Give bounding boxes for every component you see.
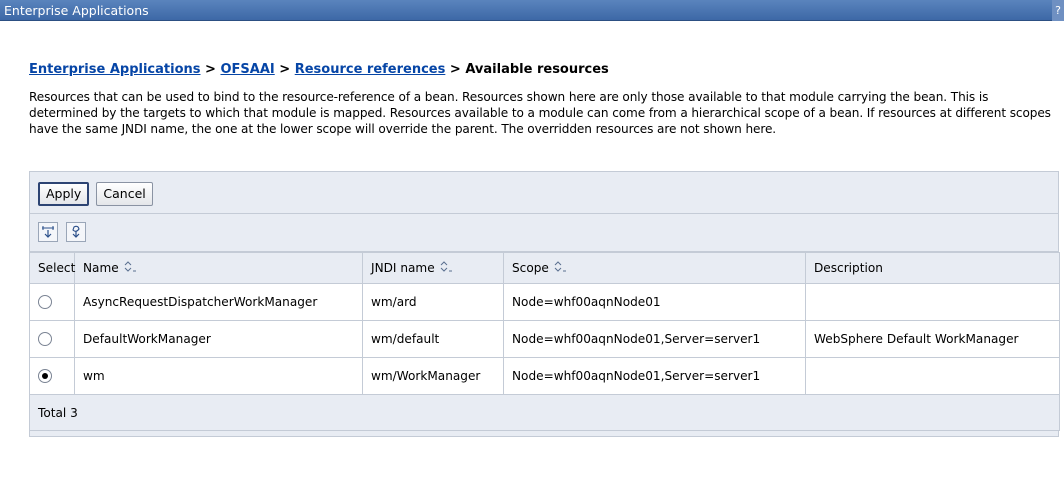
page-description: Resources that can be used to bind to th… bbox=[29, 90, 1051, 136]
cancel-button[interactable]: Cancel bbox=[96, 182, 153, 206]
table-row: wm wm/WorkManager Node=whf00aqnNode01,Se… bbox=[29, 357, 1060, 395]
table-row: DefaultWorkManager wm/default Node=whf00… bbox=[29, 320, 1060, 358]
row-radio[interactable] bbox=[38, 332, 52, 347]
window-titlebar: Enterprise Applications ? bbox=[0, 0, 1064, 21]
select-cell bbox=[29, 283, 75, 321]
breadcrumb-resource-references[interactable]: Resource references bbox=[295, 62, 446, 77]
select-cell bbox=[29, 320, 75, 358]
header-name[interactable]: Name bbox=[74, 252, 363, 284]
name-cell: DefaultWorkManager bbox=[74, 320, 363, 358]
resources-table: Select Name JNDI name Scope Description … bbox=[29, 252, 1060, 431]
breadcrumb-current: Available resources bbox=[465, 62, 609, 77]
row-radio-selected[interactable] bbox=[38, 369, 52, 384]
show-filter-icon[interactable] bbox=[38, 222, 58, 242]
header-description-label: Description bbox=[814, 261, 883, 275]
table-toolbar bbox=[30, 214, 1058, 252]
breadcrumb-separator: > bbox=[449, 62, 461, 77]
jndi-cell: wm/WorkManager bbox=[362, 357, 504, 395]
sort-icon[interactable] bbox=[123, 260, 137, 276]
scope-cell: Node=whf00aqnNode01,Server=server1 bbox=[503, 357, 806, 395]
row-radio[interactable] bbox=[38, 295, 52, 310]
header-select-label: Select bbox=[38, 261, 76, 275]
header-scope[interactable]: Scope bbox=[503, 252, 806, 284]
breadcrumb-ofsaai[interactable]: OFSAAI bbox=[220, 62, 274, 77]
description-cell bbox=[805, 357, 1060, 395]
scope-cell: Node=whf00aqnNode01 bbox=[503, 283, 806, 321]
table-header-row: Select Name JNDI name Scope Description bbox=[29, 252, 1060, 284]
apply-button[interactable]: Apply bbox=[38, 182, 90, 206]
header-jndi[interactable]: JNDI name bbox=[362, 252, 504, 284]
select-cell bbox=[29, 357, 75, 395]
help-icon[interactable]: ? bbox=[1052, 0, 1064, 21]
breadcrumb-separator: > bbox=[279, 62, 291, 77]
header-jndi-label: JNDI name bbox=[371, 260, 435, 275]
table-row: AsyncRequestDispatcherWorkManager wm/ard… bbox=[29, 283, 1060, 321]
description-cell bbox=[805, 283, 1060, 321]
sort-icon[interactable] bbox=[439, 260, 453, 276]
window-title: Enterprise Applications bbox=[4, 3, 149, 18]
jndi-cell: wm/default bbox=[362, 320, 504, 358]
header-description: Description bbox=[805, 252, 1060, 284]
resources-panel: Apply Cancel Select Name JNDI name Scope… bbox=[29, 171, 1060, 437]
breadcrumb-enterprise-applications[interactable]: Enterprise Applications bbox=[29, 62, 201, 77]
name-cell: wm bbox=[74, 357, 363, 395]
header-name-label: Name bbox=[83, 260, 119, 275]
description-cell: WebSphere Default WorkManager bbox=[805, 320, 1060, 358]
scope-cell: Node=whf00aqnNode01,Server=server1 bbox=[503, 320, 806, 358]
main-content: Enterprise Applications > OFSAAI > Resou… bbox=[29, 61, 1064, 137]
breadcrumb: Enterprise Applications > OFSAAI > Resou… bbox=[29, 61, 1064, 79]
name-cell: AsyncRequestDispatcherWorkManager bbox=[74, 283, 363, 321]
header-select: Select bbox=[29, 252, 76, 284]
clear-filter-icon[interactable] bbox=[66, 222, 87, 242]
total-count: Total 3 bbox=[29, 394, 1060, 431]
jndi-cell: wm/ard bbox=[362, 283, 504, 321]
sort-icon[interactable] bbox=[553, 260, 567, 276]
table-total-row: Total 3 bbox=[29, 394, 1060, 431]
button-bar: Apply Cancel bbox=[30, 172, 1058, 214]
breadcrumb-separator: > bbox=[205, 62, 216, 77]
header-scope-label: Scope bbox=[512, 260, 549, 275]
